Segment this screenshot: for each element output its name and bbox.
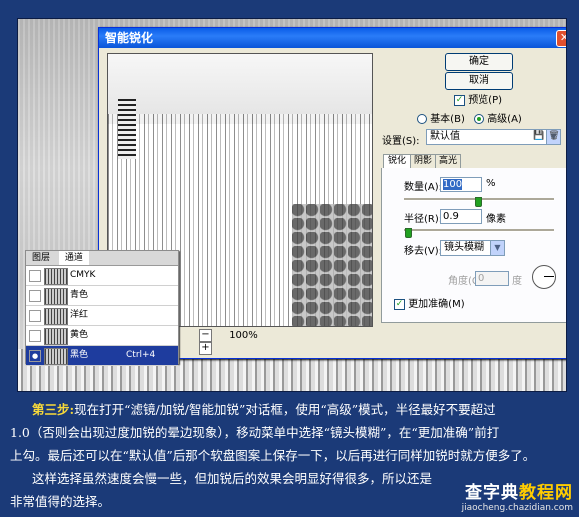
remove-value: 镜头模糊 — [444, 242, 484, 253]
cancel-button[interactable]: 取消 — [445, 72, 513, 90]
tab-channels[interactable]: 通道 — [58, 251, 89, 265]
dialog-titlebar: 智能锐化 ✕ — [99, 28, 566, 48]
remove-select[interactable]: 镜头模糊 ▼ — [440, 240, 505, 256]
channel-row[interactable]: CMYK — [26, 266, 178, 286]
site-watermark: 查字典教程网 jiaocheng.chazidian.com — [453, 478, 573, 513]
sharpen-panel: 数量(A): 100 % 半径(R): 0.9 像素 移去(V): 镜头模糊 ▼… — [381, 168, 566, 323]
mode-advanced-radio[interactable] — [474, 114, 484, 124]
channels-panel: 图层 通道 CMYK 青色 洋红 黄色 ● 黑色 Ctrl+4 — [25, 250, 179, 366]
channel-thumbnail — [44, 268, 68, 285]
chevron-down-icon: ▼ — [490, 241, 504, 255]
channel-thumbnail — [44, 288, 68, 305]
settings-label: 设置(S): — [382, 136, 420, 147]
channel-name: 青色 — [70, 290, 89, 300]
eye-icon[interactable] — [29, 330, 41, 342]
zoom-in-button[interactable]: + — [199, 342, 212, 355]
angle-input: 0 — [475, 271, 509, 286]
angle-value: 0 — [478, 273, 485, 284]
eye-icon[interactable] — [29, 310, 41, 322]
channel-row-selected[interactable]: ● 黑色 Ctrl+4 — [26, 346, 178, 366]
eye-icon[interactable] — [29, 270, 41, 282]
more-accurate-option[interactable]: ✓ 更加准确(M) — [394, 295, 465, 310]
mode-basic-option[interactable]: 基本(B) — [417, 110, 465, 125]
preview-trees — [292, 204, 372, 326]
zoom-out-button[interactable]: − — [199, 329, 212, 342]
step-label: 第三步: — [32, 402, 75, 417]
radius-label: 半径(R): — [404, 214, 443, 225]
watermark-site-a: 查字典 — [465, 483, 519, 503]
more-accurate-label: 更加准确(M) — [408, 299, 465, 310]
zoom-level: 100% — [229, 330, 258, 341]
save-settings-icon[interactable]: 💾 — [533, 130, 545, 142]
remove-label: 移去(V): — [404, 246, 443, 257]
radius-value: 0.9 — [443, 211, 459, 222]
article-line-1: 现在打开“滤镜/加锐/智能加锐”对话框，使用“高级”模式，半径最好不要超过 — [74, 402, 496, 417]
watermark-logo: 查字典教程网 — [453, 478, 573, 503]
zoom-bar: − 100% + — [199, 329, 279, 355]
angle-dial-icon — [532, 265, 556, 289]
ok-button[interactable]: 确定 — [445, 53, 513, 71]
eye-icon[interactable]: ● — [29, 350, 41, 362]
tab-highlight[interactable]: 高光 — [435, 154, 461, 168]
dialog-title: 智能锐化 — [105, 31, 154, 45]
close-button[interactable]: ✕ — [556, 30, 566, 47]
radius-slider-track[interactable] — [404, 229, 554, 232]
radius-unit: 像素 — [486, 214, 506, 225]
radius-slider-thumb[interactable] — [405, 228, 412, 238]
channel-thumbnail — [44, 308, 68, 325]
preview-option[interactable]: ✓ 预览(P) — [454, 91, 502, 106]
article-line: 第三步:现在打开“滤镜/加锐/智能加锐”对话框，使用“高级”模式，半径最好不要超… — [10, 398, 570, 421]
radius-input[interactable]: 0.9 — [440, 209, 482, 224]
mode-basic-radio[interactable] — [417, 114, 427, 124]
preview-checkbox[interactable]: ✓ — [454, 94, 465, 106]
delete-settings-icon[interactable]: 🗑 — [548, 130, 560, 142]
mode-advanced-label: 高级(A) — [487, 114, 522, 125]
article-line-3: 上勾。最后还可以在“默认值”后那个软盘图案上保存一下，以后再进行同样加锐时就方便… — [10, 448, 536, 463]
mode-basic-label: 基本(B) — [430, 114, 465, 125]
channel-row[interactable]: 青色 — [26, 286, 178, 306]
preview-tower — [118, 99, 136, 159]
channel-name: 黄色 — [70, 330, 89, 340]
article-line-2: 1.0（否则会出现过度加锐的晕边现象），移动菜单中选择“镜头模糊”，在“更加准确… — [10, 425, 500, 440]
amount-value: 100 — [443, 179, 463, 190]
preview-label: 预览(P) — [468, 95, 503, 106]
channel-thumbnail — [44, 328, 68, 345]
amount-label: 数量(A): — [404, 182, 443, 193]
channels-tabbar: 图层 通道 — [26, 251, 178, 266]
eye-icon[interactable] — [29, 290, 41, 302]
mode-advanced-option[interactable]: 高级(A) — [474, 110, 522, 125]
channel-shortcut: Ctrl+4 — [126, 350, 156, 360]
channel-name: CMYK — [70, 270, 96, 280]
settings-value: 默认值 — [430, 131, 460, 142]
tab-sharpen[interactable]: 锐化 — [383, 154, 411, 169]
amount-input[interactable]: 100 — [440, 177, 482, 192]
tab-shadow[interactable]: 阴影 — [410, 154, 436, 168]
channel-name: 洋红 — [70, 310, 89, 320]
tab-strip: 锐化 阴影 高光 — [381, 154, 566, 169]
amount-slider-thumb[interactable] — [475, 197, 482, 207]
channel-thumbnail — [44, 348, 68, 365]
watermark-url: jiaocheng.chazidian.com — [461, 503, 573, 513]
channel-row[interactable]: 黄色 — [26, 326, 178, 346]
amount-unit: % — [486, 178, 496, 189]
tab-layers[interactable]: 图层 — [26, 251, 56, 265]
watermark-site-b: 教程网 — [519, 483, 573, 503]
channel-name: 黑色 — [70, 350, 89, 360]
angle-unit: 度 — [512, 276, 522, 287]
more-accurate-checkbox[interactable]: ✓ — [394, 298, 405, 310]
screenshot-frame: 智能锐化 ✕ − 100% + 确定 取消 ✓ 预览(P) 基本(B) 高级(A… — [17, 18, 567, 392]
channel-row[interactable]: 洋红 — [26, 306, 178, 326]
